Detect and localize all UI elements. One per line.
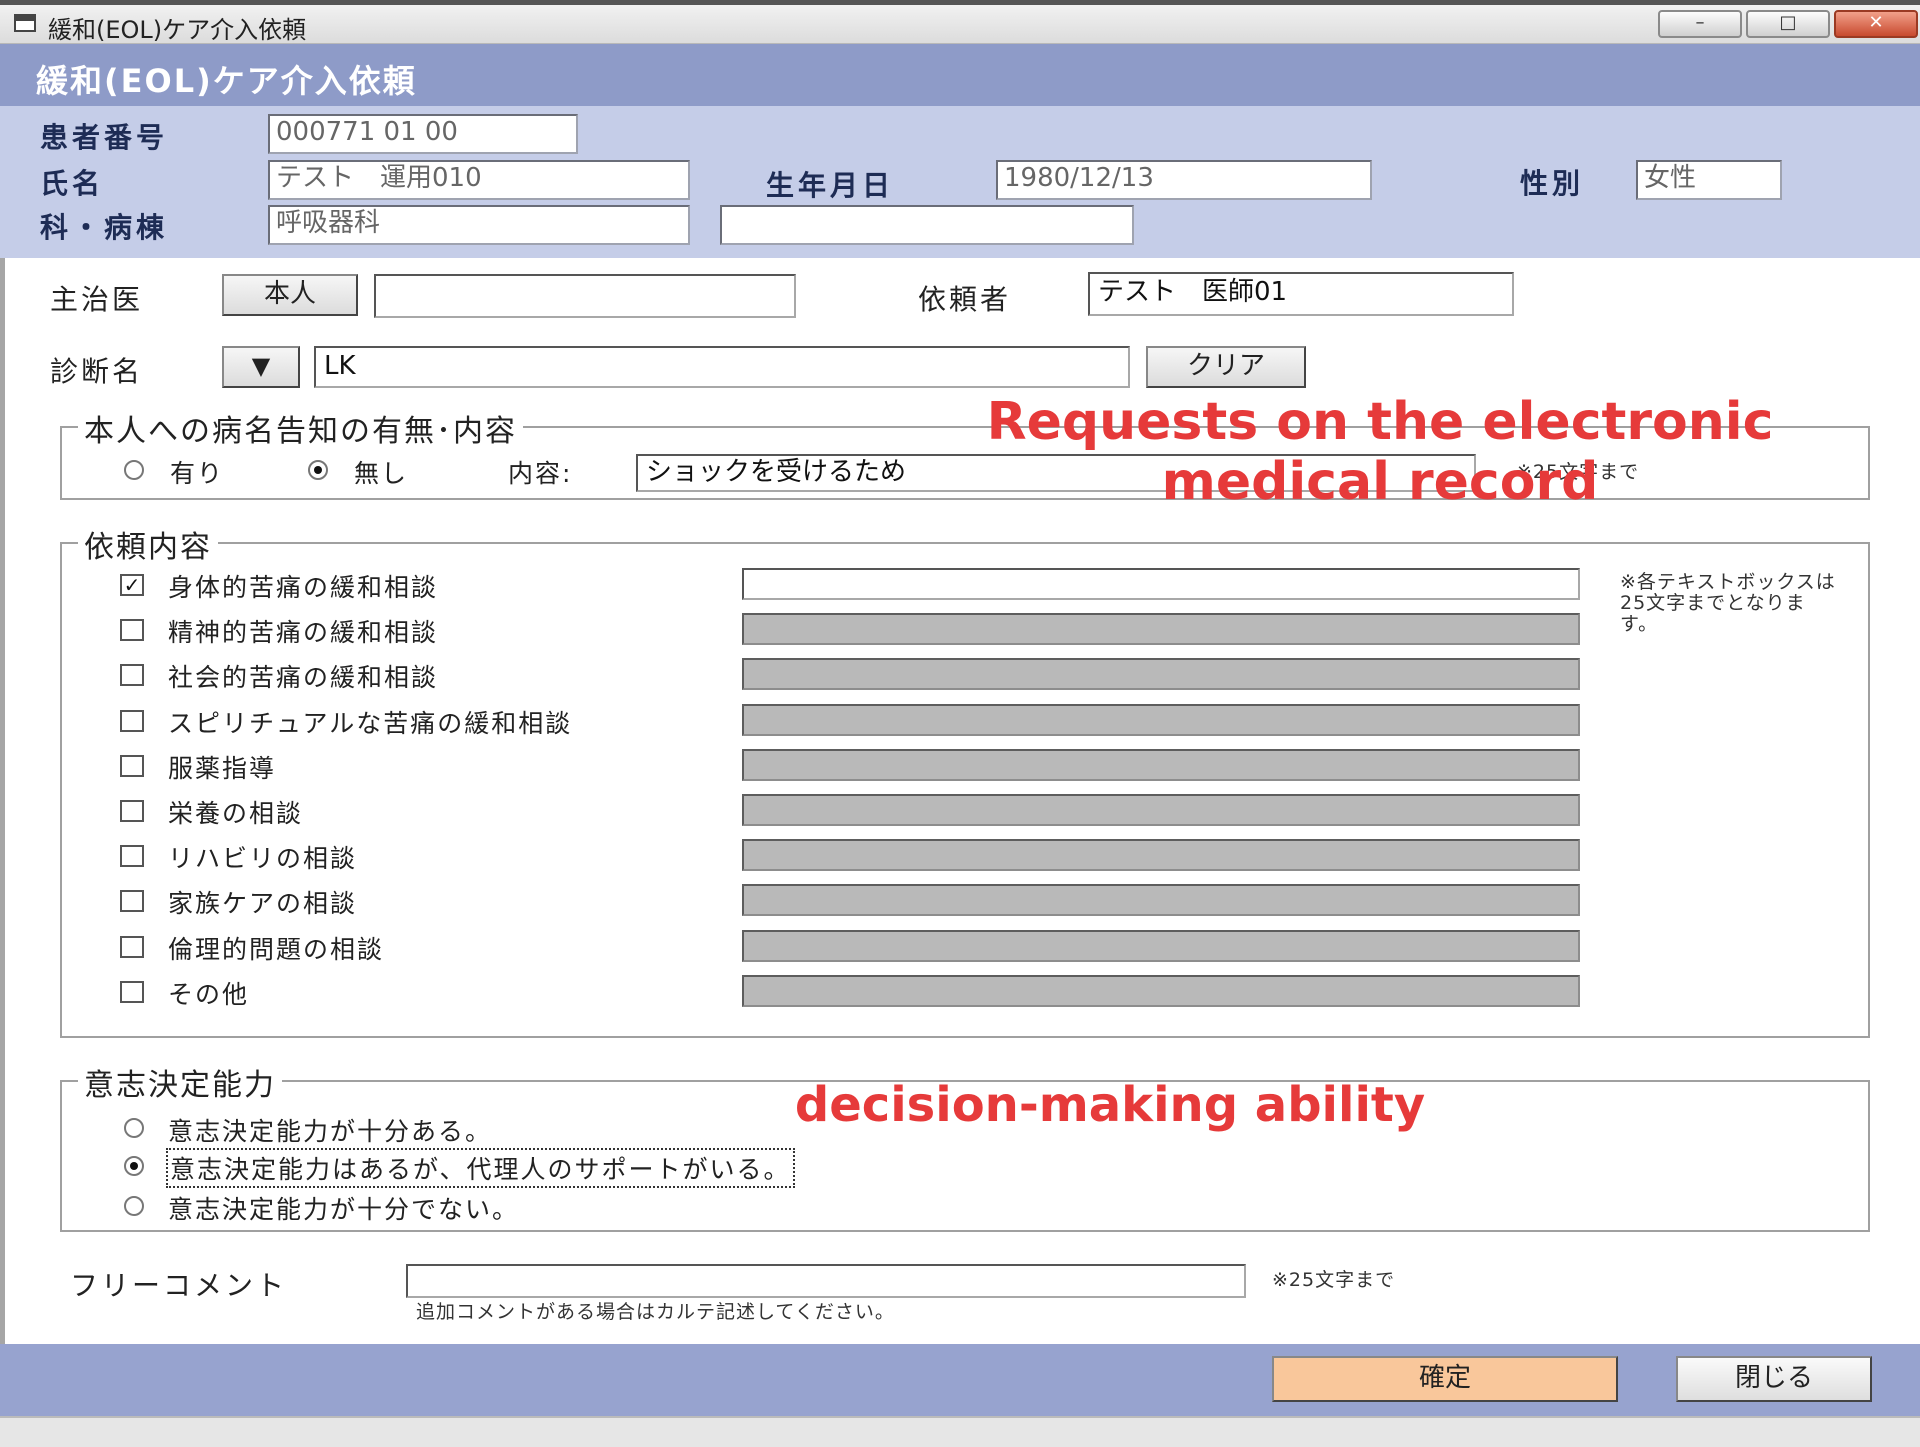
request-item-detail-field[interactable] [742, 568, 1580, 600]
request-checkbox[interactable] [120, 800, 144, 822]
checkmark-icon: ✓ [123, 573, 141, 597]
decision-option-label: 意志決定能力はあるが、代理人のサポートがいる。 [166, 1148, 795, 1188]
diagnosis-label: 診断名 [50, 355, 144, 388]
patient-name-field: テスト 運用010 [268, 160, 690, 200]
request-item-label: 家族ケアの相談 [168, 889, 358, 918]
request-item-detail-field [742, 794, 1580, 826]
comment-note: ※25文字まで [1272, 1269, 1396, 1291]
request-item-label: 身体的苦痛の緩和相談 [168, 573, 439, 602]
sex-field: 女性 [1636, 160, 1782, 200]
diagnosis-field[interactable]: LK [314, 346, 1130, 388]
request-item-label: 栄養の相談 [168, 799, 304, 828]
request-checkbox[interactable] [120, 710, 144, 732]
request-item-label: 服薬指導 [168, 754, 277, 783]
request-item-detail-field [742, 658, 1580, 690]
minimize-button[interactable]: – [1658, 10, 1742, 38]
maximize-button[interactable]: □ [1746, 10, 1830, 38]
self-button[interactable]: 本人 [222, 274, 358, 316]
comment-field[interactable] [406, 1264, 1246, 1298]
comment-label: フリーコメント [70, 1269, 288, 1302]
request-checkbox[interactable] [120, 664, 144, 686]
dob-label: 生年月日 [766, 169, 895, 202]
window-icon [14, 14, 36, 32]
patient-name-label: 氏名 [40, 167, 105, 200]
requester-label: 依頼者 [918, 283, 1012, 316]
emr-annotation-line2: medical record [1161, 452, 1599, 512]
request-note: ※各テキストボックスは25文字までとなります。 [1620, 571, 1836, 635]
request-item-detail-field [742, 839, 1580, 871]
request-item-label: 社会的苦痛の緩和相談 [168, 663, 439, 692]
dob-field: 1980/12/13 [996, 160, 1372, 200]
patient-id-label: 患者番号 [40, 121, 169, 154]
request-checkbox[interactable]: ✓ [120, 574, 144, 596]
request-item-label: 倫理的問題の相談 [168, 935, 385, 964]
request-item-detail-field [742, 613, 1580, 645]
disclosure-group-title: 本人への病名告知の有無･内容 [78, 406, 523, 450]
decision-group-title: 意志決定能力 [78, 1060, 282, 1104]
close-window-button[interactable]: ✕ [1834, 10, 1918, 38]
decision-option-label: 意志決定能力が十分でない。 [168, 1195, 520, 1224]
decision-radio[interactable] [124, 1156, 144, 1176]
status-bar [0, 1416, 1920, 1447]
window-top-border [0, 0, 1920, 5]
request-item-detail-field [742, 749, 1580, 781]
disclosure-yes-label: 有り [170, 459, 225, 488]
department-label: 科・病棟 [40, 211, 169, 244]
request-item-detail-field [742, 704, 1580, 736]
request-checkbox[interactable] [120, 890, 144, 912]
request-item-detail-field [742, 975, 1580, 1007]
request-group-title: 依頼内容 [78, 522, 218, 566]
form-title: 緩和(EOL)ケア介入依頼 [36, 62, 417, 100]
disclosure-content-label: 内容: [508, 459, 573, 488]
request-item-label: リハビリの相談 [168, 844, 358, 873]
requester-field[interactable]: テスト 医師01 [1088, 272, 1514, 316]
diagnosis-dropdown-button[interactable]: ▼ [222, 346, 300, 388]
decision-option-label: 意志決定能力が十分ある。 [168, 1117, 493, 1146]
request-checkbox[interactable] [120, 936, 144, 958]
request-item-detail-field [742, 930, 1580, 962]
emr-annotation-line1: Requests on the electronic [986, 392, 1774, 452]
request-item-label: スピリチュアルな苦痛の緩和相談 [168, 709, 573, 738]
chevron-down-icon: ▼ [251, 352, 271, 380]
window-title: 緩和(EOL)ケア介入依頼 [48, 16, 307, 44]
decision-radio[interactable] [124, 1196, 144, 1216]
attending-label: 主治医 [50, 283, 144, 316]
request-checkbox[interactable] [120, 619, 144, 641]
ward-field [720, 205, 1134, 245]
request-item-detail-field [742, 884, 1580, 916]
close-button[interactable]: 閉じる [1676, 1356, 1872, 1402]
disclosure-yes-radio[interactable] [124, 460, 144, 480]
request-item-label: 精神的苦痛の緩和相談 [168, 618, 439, 647]
decision-radio[interactable] [124, 1118, 144, 1138]
footer-band [0, 1344, 1920, 1416]
request-checkbox[interactable] [120, 845, 144, 867]
disclosure-no-radio[interactable] [308, 460, 328, 480]
sex-label: 性別 [1520, 167, 1585, 200]
patient-id-field: 000771 01 00 [268, 114, 578, 154]
decision-annotation: decision-making ability [794, 1077, 1426, 1133]
request-item-label: その他 [168, 980, 250, 1009]
clear-button[interactable]: クリア [1146, 346, 1306, 388]
disclosure-no-label: 無し [354, 459, 409, 488]
emr-annotation: Requests on the electronic medical recor… [960, 392, 1800, 512]
confirm-button[interactable]: 確定 [1272, 1356, 1618, 1402]
department-field: 呼吸器科 [268, 205, 690, 245]
request-checkbox[interactable] [120, 981, 144, 1003]
comment-hint: 追加コメントがある場合はカルテ記述してください。 [416, 1301, 895, 1323]
request-checkbox[interactable] [120, 755, 144, 777]
attending-field[interactable] [374, 274, 796, 318]
